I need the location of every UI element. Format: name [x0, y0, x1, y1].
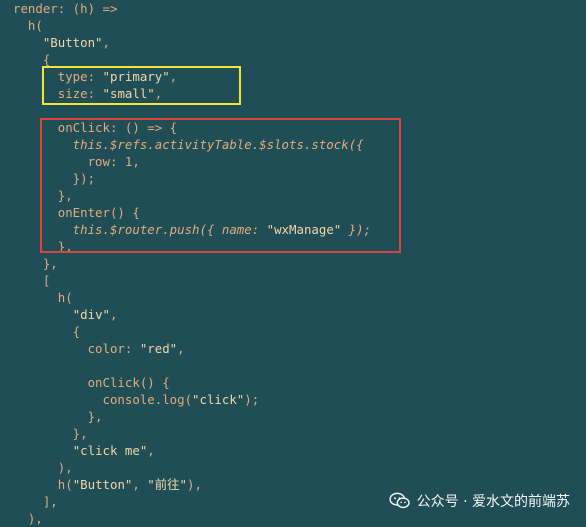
code-line: },	[13, 256, 58, 271]
code-line: [	[13, 273, 51, 288]
code-line: ],	[13, 494, 58, 509]
code-line: console.log("click");	[13, 392, 260, 407]
code-line: {	[13, 324, 81, 339]
code-line: },	[13, 426, 88, 441]
code-line: "Button",	[42, 35, 110, 50]
code-line: onClick() {	[13, 375, 170, 390]
code-line: ),	[13, 511, 43, 526]
watermark: 公众号 · 爱水文的前端苏	[389, 491, 570, 511]
code-line: onEnter() {	[13, 205, 140, 220]
code-line: h(	[13, 290, 73, 305]
watermark-text: 公众号 · 爱水文的前端苏	[416, 494, 570, 510]
code-line: h(	[13, 18, 43, 33]
code-line: row: 1,	[13, 154, 140, 169]
code-line: });	[13, 171, 96, 186]
wechat-icon	[389, 492, 410, 509]
code-line: render: (h) =>	[13, 1, 118, 16]
code-line: },	[13, 188, 73, 203]
code-line: onClick: () => {	[13, 120, 178, 135]
code-line: "div",	[72, 307, 118, 322]
code-line: },	[13, 239, 73, 254]
code-line: ),	[13, 460, 73, 475]
code-line: {	[13, 52, 51, 67]
code-line: this.$refs.activityTable.$slots.stock({	[13, 137, 364, 152]
code-line: size: "small",	[13, 86, 163, 101]
code-line: },	[13, 409, 103, 424]
code-line: type: "primary",	[13, 69, 178, 84]
code-line: this.$router.push({ name: "wxManage" });	[13, 222, 372, 237]
code-editor: render: (h) => h( "Button", { type: "pri…	[0, 0, 586, 526]
code-line: "click me",	[72, 443, 155, 458]
code-line: color: "red",	[13, 341, 185, 356]
code-line: h("Button", "前往"),	[13, 477, 202, 492]
